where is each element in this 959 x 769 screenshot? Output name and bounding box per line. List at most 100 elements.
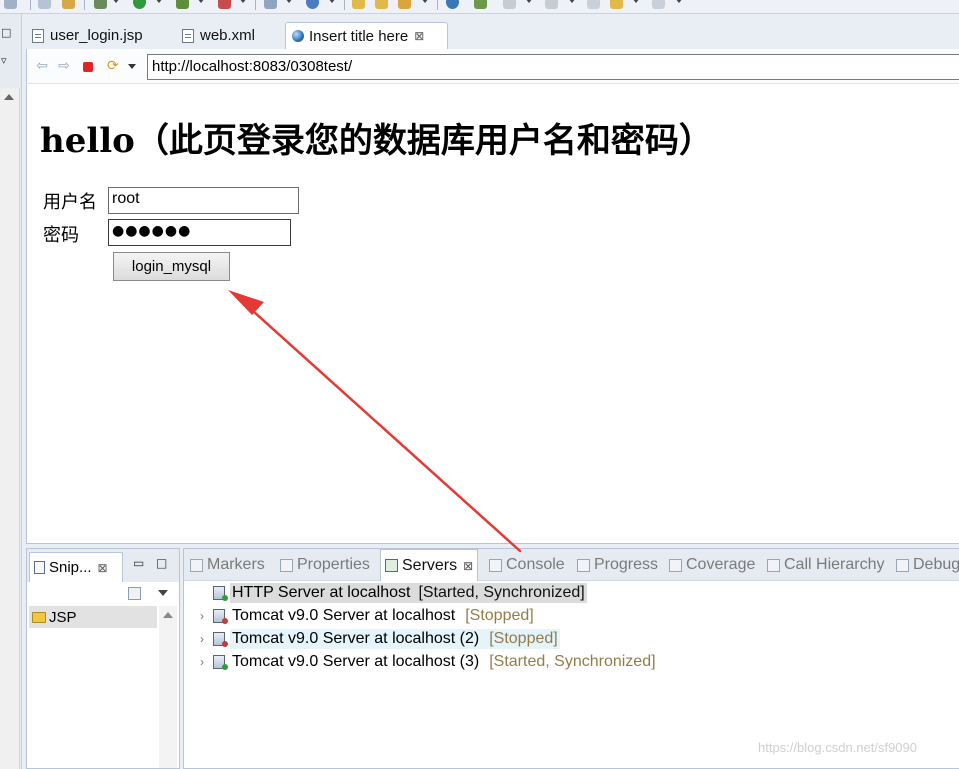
- tab-insert-title-here[interactable]: Insert title here ⊠: [285, 22, 448, 49]
- tab-call-hierarchy[interactable]: Call Hierarchy: [767, 549, 884, 581]
- chevron-down-icon[interactable]: [128, 64, 136, 69]
- url-field[interactable]: http://localhost:8083/0308test/: [147, 54, 959, 80]
- tab-snippets[interactable]: Snip... ⊠: [29, 552, 123, 582]
- refresh-icon[interactable]: ⟳: [107, 59, 119, 73]
- tab-label: Console: [506, 556, 565, 573]
- toolbar-icon[interactable]: [176, 0, 189, 9]
- toolbar-icon[interactable]: [62, 0, 75, 9]
- page-title: hello（此页登录您的数据库用户名和密码）: [40, 121, 713, 161]
- debug-icon[interactable]: [94, 0, 107, 9]
- maximize-icon[interactable]: □: [156, 556, 167, 570]
- chevron-down-icon[interactable]: [155, 0, 163, 3]
- forward-icon[interactable]: [652, 0, 665, 9]
- close-icon[interactable]: ⊠: [98, 561, 108, 575]
- watermark: https://blog.csdn.net/sf9090: [758, 740, 917, 755]
- scroll-up-icon[interactable]: [4, 94, 14, 100]
- chevron-down-icon[interactable]: [285, 0, 293, 3]
- server-row[interactable]: HTTP Server at localhost [Started, Synch…: [194, 582, 587, 604]
- server-state: [Stopped]: [465, 607, 534, 624]
- server-row[interactable]: › Tomcat v9.0 Server at localhost (3) [S…: [194, 651, 658, 673]
- markers-icon: [190, 558, 203, 572]
- bottom-tab-bar: Markers Properties Servers ⊠ Console Pro…: [184, 549, 959, 581]
- toolbar-separator: [344, 0, 345, 10]
- tab-coverage[interactable]: Coverage: [669, 549, 755, 581]
- chevron-down-icon[interactable]: [197, 0, 205, 3]
- chevron-right-icon[interactable]: ›: [194, 655, 210, 669]
- globe-icon[interactable]: [446, 0, 459, 9]
- chevron-down-icon[interactable]: [675, 0, 683, 3]
- folder-icon[interactable]: [352, 0, 365, 9]
- back-icon[interactable]: [587, 0, 600, 9]
- globe-icon: [292, 30, 304, 42]
- chevron-down-icon[interactable]: [158, 590, 168, 596]
- tab-web-xml[interactable]: web.xml: [176, 22, 284, 49]
- password-input[interactable]: ●●●●●●: [108, 219, 291, 246]
- tab-debug[interactable]: Debug: [896, 549, 959, 581]
- minimize-icon[interactable]: ▭: [133, 556, 144, 570]
- chevron-right-icon[interactable]: ›: [194, 632, 210, 646]
- chevron-right-icon[interactable]: ›: [194, 609, 210, 623]
- folder-icon: [32, 611, 46, 623]
- server-row[interactable]: › Tomcat v9.0 Server at localhost (2) [S…: [194, 628, 560, 650]
- tab-progress[interactable]: Progress: [577, 549, 658, 581]
- chevron-down-icon[interactable]: [568, 0, 576, 3]
- tab-label: user_login.jsp: [50, 27, 143, 44]
- customize-icon[interactable]: [128, 587, 141, 600]
- servers-icon: [385, 559, 398, 572]
- tab-label: Coverage: [686, 556, 756, 573]
- tab-properties[interactable]: Properties: [280, 549, 370, 581]
- chevron-down-icon[interactable]: [328, 0, 336, 3]
- toolbar-icon[interactable]: [306, 0, 319, 9]
- close-icon[interactable]: ⊠: [463, 559, 473, 573]
- chevron-down-icon[interactable]: [525, 0, 533, 3]
- back-icon[interactable]: [610, 0, 623, 9]
- server-state: [Stopped]: [481, 629, 560, 649]
- toolbar-icon[interactable]: [398, 0, 411, 9]
- snippets-scrollbar[interactable]: [159, 606, 177, 768]
- forward-icon[interactable]: ⇨: [57, 59, 71, 73]
- toolbar-separator: [255, 0, 256, 10]
- toolbar-icon[interactable]: [38, 0, 51, 9]
- chevron-down-icon[interactable]: [112, 0, 120, 3]
- toolbar-icon[interactable]: [264, 0, 277, 9]
- chevron-down-icon[interactable]: [421, 0, 429, 3]
- chevron-down-icon[interactable]: ▿: [1, 54, 7, 67]
- snippets-panel: Snip... ⊠ ▭ □ JSP: [26, 548, 180, 769]
- left-scrollbar[interactable]: [0, 88, 20, 769]
- run-icon[interactable]: [133, 0, 146, 9]
- tab-label: web.xml: [200, 27, 256, 44]
- toolbar-icon[interactable]: [474, 0, 487, 9]
- toolbar-icon[interactable]: [218, 0, 231, 9]
- tab-label: Properties: [297, 556, 370, 573]
- tab-markers[interactable]: Markers: [190, 549, 265, 581]
- server-state: [Started, Synchronized]: [412, 583, 587, 603]
- login-mysql-button[interactable]: login_mysql: [113, 252, 230, 281]
- username-input[interactable]: root: [108, 187, 299, 214]
- snippet-drawer-jsp[interactable]: JSP: [29, 606, 157, 628]
- tab-user-login-jsp[interactable]: user_login.jsp: [26, 22, 174, 49]
- tab-console[interactable]: Console: [489, 549, 565, 581]
- toolbar-icon[interactable]: [503, 0, 516, 9]
- snippet-drawer-label: JSP: [49, 608, 77, 626]
- server-name: Tomcat v9.0 Server at localhost (2): [230, 629, 482, 649]
- restore-icon[interactable]: □: [1, 26, 11, 39]
- folder-icon[interactable]: [375, 0, 388, 9]
- browser-toolbar: ⇦ ⇨ ⟳ http://localhost:8083/0308test/: [26, 49, 959, 84]
- close-icon[interactable]: ⊠: [414, 29, 424, 43]
- tab-servers[interactable]: Servers ⊠: [380, 549, 479, 581]
- server-row[interactable]: › Tomcat v9.0 Server at localhost [Stopp…: [194, 605, 536, 627]
- chevron-down-icon[interactable]: [239, 0, 247, 3]
- stop-icon[interactable]: [83, 62, 93, 72]
- password-label: 密码: [43, 225, 79, 246]
- back-icon[interactable]: ⇦: [35, 59, 49, 73]
- scroll-up-icon[interactable]: [163, 612, 173, 618]
- toolbar-icon[interactable]: [545, 0, 558, 9]
- chevron-down-icon[interactable]: [632, 0, 640, 3]
- coverage-icon: [669, 558, 682, 572]
- snippets-icon: [34, 561, 45, 574]
- tab-label: Progress: [594, 556, 659, 573]
- snippets-toolbar: [27, 582, 179, 606]
- server-state: [Started, Synchronized]: [489, 653, 656, 670]
- tab-label: Servers: [402, 556, 458, 574]
- toolbar-icon[interactable]: [4, 0, 17, 9]
